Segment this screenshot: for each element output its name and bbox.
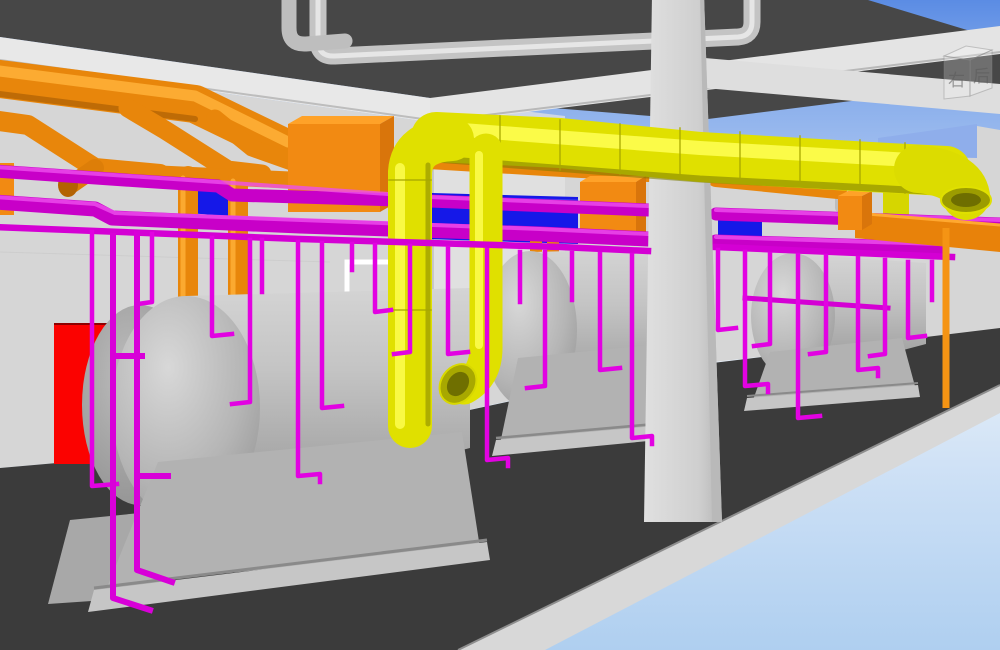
orange-junction-box-3-front[interactable] (838, 196, 862, 230)
viewcube-left-label[interactable]: 右 (948, 71, 965, 91)
cad-viewport[interactable]: 右 后 (0, 0, 1000, 650)
viewcube[interactable]: 右 后 (944, 46, 992, 99)
viewcube-right-label[interactable]: 后 (973, 67, 990, 87)
yellow-duct-opening-inner (951, 193, 981, 207)
viewport-canvas[interactable]: 右 后 (0, 0, 1000, 650)
box3-side (862, 191, 872, 230)
